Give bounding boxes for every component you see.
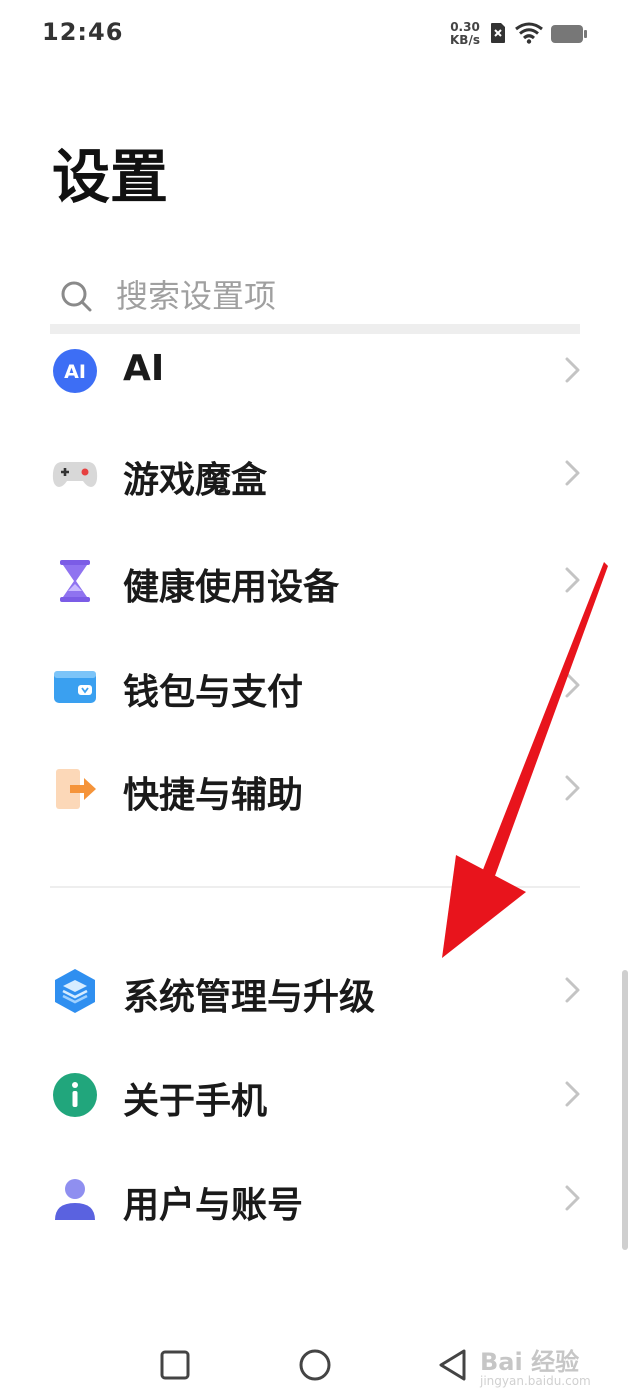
recent-apps-icon[interactable] — [150, 1340, 200, 1390]
wifi-icon — [515, 22, 543, 44]
shortcut-icon — [56, 769, 96, 809]
chevron-right-icon — [565, 977, 580, 1003]
gamepad-icon — [52, 462, 98, 487]
network-speed-unit: KB/s — [450, 33, 480, 47]
watermark: Bai 经验 jingyan.baidu.com — [480, 1330, 600, 1390]
user-icon — [55, 1179, 95, 1220]
annotation-arrow — [442, 562, 608, 958]
settings-item-label: 用户与账号 — [123, 1185, 304, 1226]
sim-off-icon — [491, 23, 505, 43]
chevron-right-icon — [565, 357, 580, 383]
settings-item-label: 关于手机 — [123, 1081, 268, 1122]
system-layers-icon — [55, 969, 95, 1013]
back-icon[interactable] — [428, 1340, 478, 1390]
settings-item-label: 钱包与支付 — [123, 672, 304, 713]
battery-icon — [551, 25, 587, 43]
settings-item-label: AI — [123, 348, 165, 389]
svg-text:AI: AI — [64, 361, 86, 383]
page-title: 设置 — [52, 143, 169, 211]
chevron-right-icon — [565, 1081, 580, 1107]
watermark-text: Bai 经验 — [480, 1348, 580, 1376]
search-input[interactable] — [116, 274, 556, 318]
chevron-right-icon — [565, 460, 580, 486]
settings-item-ai[interactable]: AI AI — [0, 320, 630, 420]
chevron-right-icon — [565, 1185, 580, 1211]
search-icon — [61, 281, 92, 312]
status-bar: 12:46 0.30 KB/s — [0, 0, 630, 70]
status-time: 12:46 — [42, 18, 124, 46]
settings-item-label: 健康使用设备 — [123, 567, 340, 608]
network-speed: 0.30 KB/s — [447, 21, 483, 47]
settings-item-users-accounts[interactable]: 用户与账号 — [0, 1148, 630, 1248]
watermark-url: jingyan.baidu.com — [480, 1374, 591, 1388]
info-icon — [53, 1073, 97, 1117]
wallet-icon — [54, 671, 96, 703]
settings-item-label: 游戏魔盒 — [123, 460, 268, 501]
settings-item-label: 系统管理与升级 — [123, 977, 376, 1018]
scrollbar[interactable] — [622, 970, 628, 1250]
settings-item-game-box[interactable]: 游戏魔盒 — [0, 423, 630, 523]
ai-icon: AI — [53, 349, 97, 393]
settings-item-label: 快捷与辅助 — [123, 775, 304, 816]
hourglass-icon — [60, 560, 90, 602]
home-icon[interactable] — [290, 1340, 340, 1390]
settings-item-about-phone[interactable]: 关于手机 — [0, 1044, 630, 1144]
